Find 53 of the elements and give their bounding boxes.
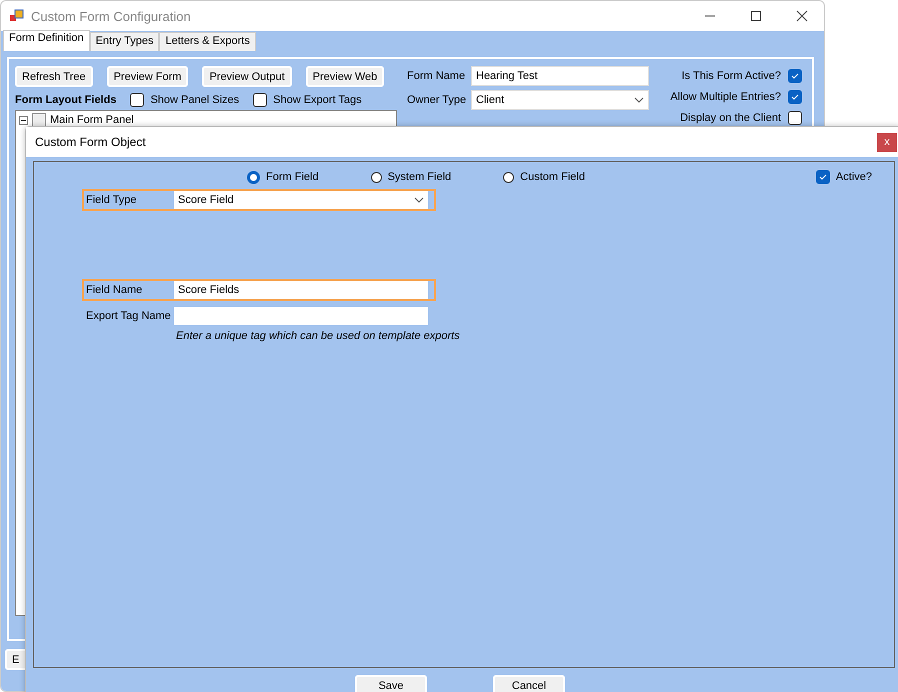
toolbar-button[interactable]: Preview Output xyxy=(202,66,292,87)
section-heading: Form Layout Fields xyxy=(15,94,116,106)
close-button[interactable]: x xyxy=(877,132,897,152)
text-field[interactable]: Score Fields xyxy=(174,281,428,299)
window-title: Custom Form Configuration xyxy=(31,8,191,24)
checkbox-label: Show Export Tags xyxy=(273,94,362,106)
dialog-button[interactable]: Cancel xyxy=(493,675,565,692)
checkbox-label: Is This Form Active? xyxy=(682,70,781,82)
panel-icon xyxy=(31,113,47,127)
tab[interactable]: Letters & Exports xyxy=(159,32,256,51)
field-label: Export Tag Name xyxy=(85,310,172,322)
toolbar-button[interactable]: Preview Form xyxy=(106,66,188,87)
checkbox[interactable] xyxy=(788,90,802,104)
field-label: Field Name xyxy=(85,284,144,296)
text-field[interactable] xyxy=(174,307,428,325)
check-icon xyxy=(818,172,828,182)
close-icon[interactable] xyxy=(796,10,808,22)
checkbox[interactable] xyxy=(130,93,144,107)
field-label: Field Type xyxy=(85,194,138,206)
checkbox[interactable] xyxy=(788,110,802,124)
tree-item[interactable]: Main Form Panel xyxy=(50,114,134,126)
toolbar-button[interactable]: Refresh Tree xyxy=(15,66,93,87)
checkbox[interactable] xyxy=(816,170,830,184)
checkbox-label: Display on the Client xyxy=(680,112,781,124)
radio-label: Custom Field xyxy=(520,171,585,183)
dialog-title: Custom Form Object xyxy=(35,135,146,149)
check-icon xyxy=(790,92,800,102)
app-icon xyxy=(10,9,24,23)
checkbox-label: Active? xyxy=(836,171,872,183)
dropdown[interactable]: Client xyxy=(471,90,649,110)
field-label: Form Name xyxy=(407,70,466,82)
tab[interactable]: Form Definition xyxy=(3,30,90,51)
collapse-icon[interactable] xyxy=(19,116,28,124)
maximize-icon[interactable] xyxy=(750,10,762,22)
checkbox-label: Allow Multiple Entries? xyxy=(670,90,781,102)
checkbox-label: Show Panel Sizes xyxy=(150,94,240,106)
radio-button[interactable] xyxy=(503,172,514,182)
radio-label: System Field xyxy=(388,171,452,183)
toolbar-button[interactable]: Preview Web xyxy=(306,66,384,87)
field-label: Owner Type xyxy=(407,94,468,106)
radio-button[interactable] xyxy=(247,170,260,184)
text-field[interactable]: Hearing Test xyxy=(471,66,649,86)
hint-text: Enter a unique tag which can be used on template exports xyxy=(176,330,461,342)
caret-icon xyxy=(414,197,424,203)
checkbox[interactable] xyxy=(253,93,268,107)
dialog-button[interactable]: Save xyxy=(355,675,427,692)
caret-icon xyxy=(634,97,644,103)
tab[interactable]: Entry Types xyxy=(90,32,160,51)
dropdown[interactable]: Score Field xyxy=(174,191,428,209)
checkbox[interactable] xyxy=(788,68,802,82)
check-icon xyxy=(790,70,800,80)
radio-label: Form Field xyxy=(266,171,319,183)
radio-button[interactable] xyxy=(370,172,382,182)
